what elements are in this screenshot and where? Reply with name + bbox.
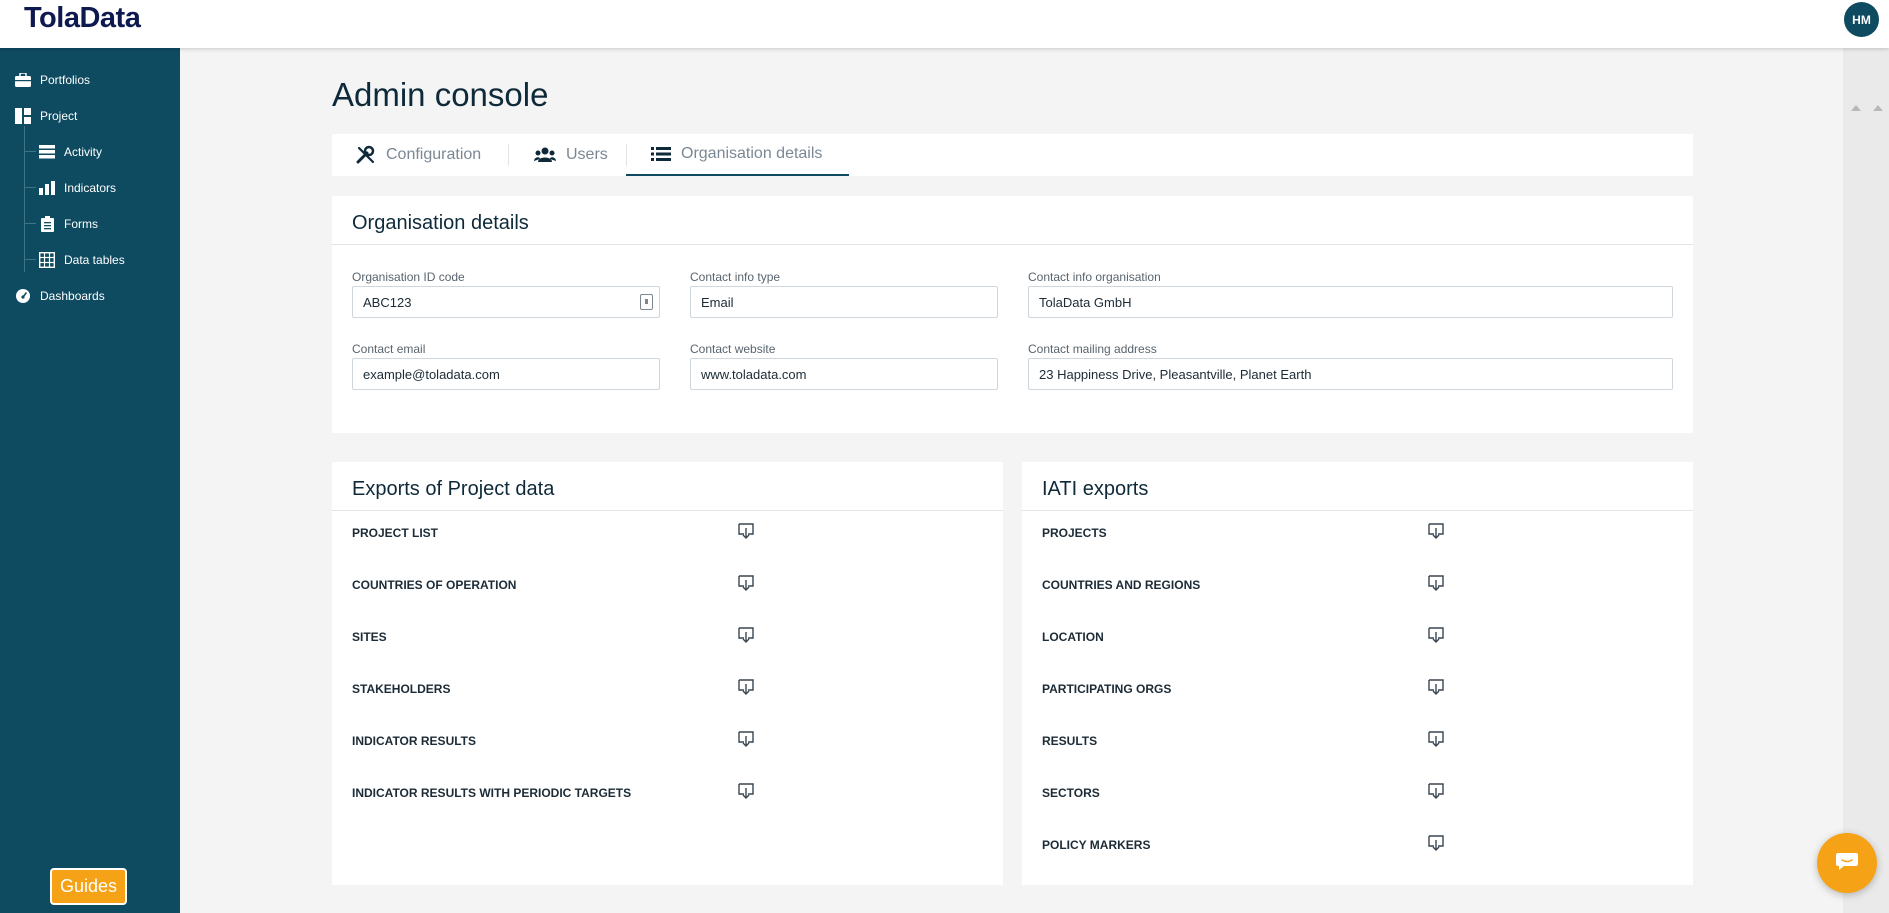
project-export-row: COUNTRIES OF OPERATION [352,578,517,592]
toladata-logo[interactable]: TolaData [24,2,141,35]
project-export-row: INDICATOR RESULTS [352,734,477,748]
user-avatar[interactable]: HM [1844,2,1879,37]
contact-email-field[interactable]: example@toladata.com [352,358,660,390]
download-icon[interactable] [1426,625,1446,645]
field-value: ABC123 [363,294,412,310]
contact-email-label: Contact email [352,342,426,356]
download-icon[interactable] [1426,781,1446,801]
download-icon[interactable] [1426,677,1446,697]
organisation-details-card: Organisation details Organisation ID cod… [332,196,1693,433]
gauge-icon [14,287,32,305]
clipboard-icon [38,215,56,233]
divider [332,244,1693,245]
download-icon[interactable] [1426,729,1446,749]
iati-export-row: RESULTS [1042,734,1098,748]
field-value: example@toladata.com [363,366,500,382]
sidebar-item-label: Dashboards [40,289,105,303]
page-title: Admin console [332,76,549,113]
tab-label: Users [566,146,608,163]
download-icon[interactable] [736,521,756,541]
download-icon[interactable] [736,625,756,645]
contact-website-field[interactable]: www.toladata.com [690,358,998,390]
tab-organisation-details[interactable]: Organisation details [626,134,849,176]
download-icon[interactable] [736,573,756,593]
sidebar-item-dashboards[interactable]: Dashboards [14,284,105,308]
tab-bar: Configuration Users Organisation details [332,134,1693,176]
contact-org-label: Contact info organisation [1028,270,1161,284]
contact-address-field[interactable]: 23 Happiness Drive, Pleasantville, Plane… [1028,358,1673,390]
card-title: Exports of Project data [352,478,555,500]
bar-chart-icon [38,179,56,197]
tab-label: Organisation details [681,145,823,162]
contact-address-label: Contact mailing address [1028,342,1157,356]
nav-tree-line [24,126,25,272]
top-bar: TolaData HM [0,0,1889,48]
org-id-field[interactable]: ABC123 [352,286,660,318]
project-export-row: SITES [352,630,387,644]
divider [332,510,1003,511]
card-title: Organisation details [352,212,529,234]
sidebar-item-indicators[interactable]: Indicators [38,176,116,200]
org-id-label: Organisation ID code [352,270,465,284]
sidebar: Portfolios Project Activity Indicators F… [0,48,180,913]
iati-exports-card: IATI exports PROJECTS COUNTRIES AND REGIO… [1022,462,1693,885]
project-export-row: INDICATOR RESULTS WITH PERIODIC TARGETS [352,786,632,800]
sidebar-item-label: Portfolios [40,73,91,87]
iati-export-row: PROJECTS [1042,526,1107,540]
sidebar-item-project[interactable]: Project [14,104,77,128]
sidebar-item-label: Forms [64,217,98,231]
guides-button[interactable]: Guides [50,868,127,905]
iati-export-row: COUNTRIES AND REGIONS [1042,578,1201,592]
sidebar-item-portfolios[interactable]: Portfolios [14,68,90,92]
download-icon[interactable] [736,677,756,697]
briefcase-icon [14,71,32,89]
field-value: Email [701,294,734,310]
download-icon[interactable] [1426,573,1446,593]
project-exports-card: Exports of Project data PROJECT LIST COUN… [332,462,1003,885]
download-icon[interactable] [736,729,756,749]
sidebar-item-label: Indicators [64,181,117,195]
sidebar-item-label: Data tables [64,253,125,267]
scrollbar[interactable] [1843,48,1889,913]
tab-configuration[interactable]: Configuration [356,134,481,176]
sidebar-item-label: Project [40,109,78,123]
contact-type-label: Contact info type [690,270,781,284]
contact-type-field[interactable]: Email [690,286,998,318]
users-icon [534,147,556,163]
table-icon [38,251,56,269]
project-export-row: STAKEHOLDERS [352,682,451,696]
iati-export-row: LOCATION [1042,630,1104,644]
field-value: TolaData GmbH [1039,294,1132,310]
iati-export-row: PARTICIPATING ORGS [1042,682,1172,696]
scroll-up-arrow-secondary[interactable] [1873,105,1883,111]
divider [1022,510,1693,511]
contact-website-label: Contact website [690,342,776,356]
chat-icon [1835,851,1859,876]
tab-label: Configuration [386,146,482,163]
project-export-row: PROJECT LIST [352,526,439,540]
download-icon[interactable] [1426,521,1446,541]
iati-export-row: POLICY MARKERS [1042,838,1151,852]
download-icon[interactable] [736,781,756,801]
download-icon[interactable] [1426,833,1446,853]
scroll-up-arrow[interactable] [1851,105,1861,111]
autofill-icon[interactable] [640,294,653,310]
activity-icon [38,143,56,161]
list-icon [651,146,671,162]
contact-org-field[interactable]: TolaData GmbH [1028,286,1673,318]
tab-users[interactable]: Users [534,134,608,176]
field-value: 23 Happiness Drive, Pleasantville, Plane… [1039,366,1312,382]
card-title: IATI exports [1042,478,1149,500]
field-value: www.toladata.com [701,366,807,382]
sidebar-item-forms[interactable]: Forms [38,212,98,236]
sidebar-item-label: Activity [64,145,103,159]
sidebar-item-data-tables[interactable]: Data tables [38,248,125,272]
sidebar-item-activity[interactable]: Activity [38,140,102,164]
iati-export-row: SECTORS [1042,786,1100,800]
wrench-icon [356,145,376,165]
chat-button[interactable] [1817,833,1877,893]
project-icon [14,107,32,125]
